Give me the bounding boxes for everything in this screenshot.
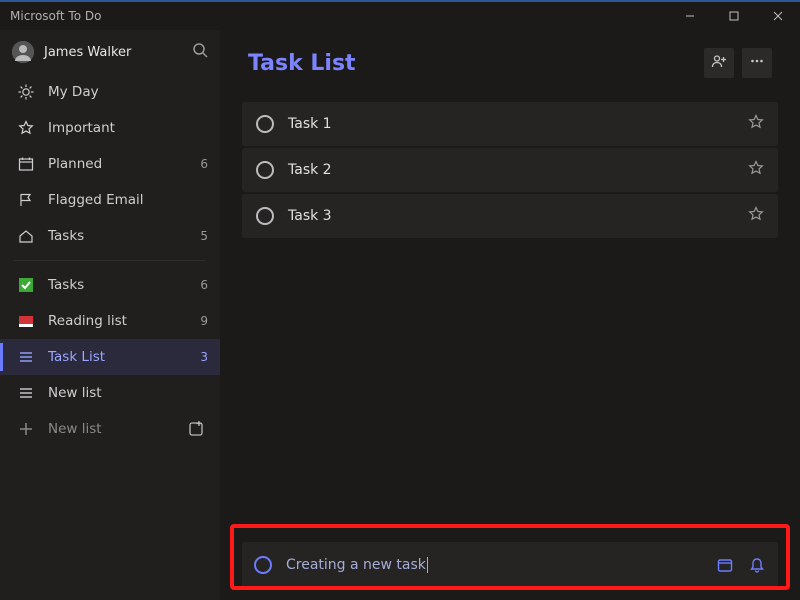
page-title: Task List	[248, 51, 704, 76]
person-add-icon	[711, 53, 727, 73]
list-options-button[interactable]	[742, 48, 772, 78]
share-list-button[interactable]	[704, 48, 734, 78]
sidebar-item-important[interactable]: Important	[0, 110, 220, 146]
star-icon[interactable]	[748, 206, 764, 226]
star-icon[interactable]	[748, 160, 764, 180]
new-list-action-row[interactable]: New list	[0, 411, 220, 447]
sidebar: James Walker My Day Important Planned 6 …	[0, 30, 220, 600]
add-task-input[interactable]: Creating a new task	[242, 542, 778, 588]
sidebar-divider	[14, 260, 206, 261]
star-icon	[16, 118, 36, 138]
window-maximize-button[interactable]	[712, 2, 756, 30]
window-close-button[interactable]	[756, 2, 800, 30]
sidebar-item-label: Task List	[48, 349, 196, 365]
due-date-button[interactable]	[716, 556, 734, 574]
star-icon[interactable]	[748, 114, 764, 134]
sun-icon	[16, 82, 36, 102]
sidebar-list-tasks[interactable]: Tasks 6	[0, 267, 220, 303]
sidebar-item-label: My Day	[48, 84, 196, 100]
add-task-value: Creating a new task	[286, 557, 716, 573]
task-complete-toggle[interactable]	[256, 207, 274, 225]
home-icon	[16, 226, 36, 246]
sidebar-item-label: Flagged Email	[48, 192, 196, 208]
list-icon	[16, 383, 36, 403]
sidebar-item-count: 3	[196, 350, 208, 364]
list-swatch-icon	[16, 311, 36, 331]
task-label: Task 1	[288, 116, 748, 132]
circle-icon	[254, 556, 272, 574]
list-icon	[16, 347, 36, 367]
sidebar-item-flagged[interactable]: Flagged Email	[0, 182, 220, 218]
sidebar-list-reading[interactable]: Reading list 9	[0, 303, 220, 339]
sidebar-item-label: Tasks	[48, 228, 196, 244]
sidebar-item-count: 6	[196, 278, 208, 292]
task-row[interactable]: Task 3	[242, 194, 778, 238]
task-label: Task 3	[288, 208, 748, 224]
sidebar-item-label: Reading list	[48, 313, 196, 329]
ellipsis-icon	[749, 53, 765, 73]
sidebar-list-new-list[interactable]: New list	[0, 375, 220, 411]
search-icon[interactable]	[193, 43, 208, 62]
app-name: Microsoft To Do	[0, 9, 101, 23]
sidebar-list-task-list[interactable]: Task List 3	[0, 339, 220, 375]
sidebar-item-count: 6	[196, 157, 208, 171]
sidebar-item-label: Tasks	[48, 277, 196, 293]
header-actions	[704, 48, 772, 78]
text-cursor	[427, 557, 428, 573]
task-row[interactable]: Task 1	[242, 102, 778, 146]
sidebar-item-count: 9	[196, 314, 208, 328]
reminder-button[interactable]	[748, 556, 766, 574]
add-task-actions	[716, 556, 766, 574]
calendar-icon	[16, 154, 36, 174]
sidebar-item-label: Important	[48, 120, 196, 136]
main: Task List Task 1 Task 2	[220, 30, 800, 600]
titlebar: Microsoft To Do	[0, 0, 800, 30]
user-row[interactable]: James Walker	[0, 30, 220, 74]
task-row[interactable]: Task 2	[242, 148, 778, 192]
window-minimize-button[interactable]	[668, 2, 712, 30]
task-complete-toggle[interactable]	[256, 115, 274, 133]
task-complete-toggle[interactable]	[256, 161, 274, 179]
sidebar-item-count: 5	[196, 229, 208, 243]
sidebar-item-planned[interactable]: Planned 6	[0, 146, 220, 182]
plus-icon	[16, 419, 36, 439]
avatar-icon	[12, 41, 34, 63]
new-list-action-label: New list	[48, 421, 184, 437]
window-controls	[668, 2, 800, 30]
sidebar-item-tasks[interactable]: Tasks 5	[0, 218, 220, 254]
list-swatch-icon	[16, 275, 36, 295]
task-label: Task 2	[288, 162, 748, 178]
new-group-icon[interactable]	[184, 417, 208, 441]
user-name: James Walker	[44, 45, 193, 60]
sidebar-item-my-day[interactable]: My Day	[0, 74, 220, 110]
sidebar-item-label: Planned	[48, 156, 196, 172]
sidebar-item-label: New list	[48, 385, 196, 401]
flag-icon	[16, 190, 36, 210]
page-header: Task List	[220, 30, 800, 102]
tasks-area: Task 1 Task 2 Task 3	[220, 102, 800, 238]
